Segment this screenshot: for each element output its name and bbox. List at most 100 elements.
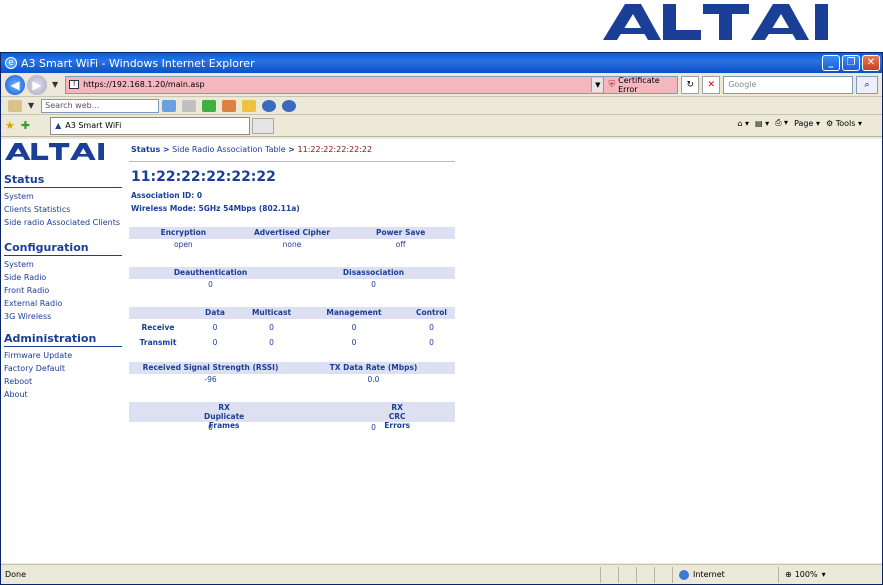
breadcrumb-mac: 11:22:22:22:22:22 xyxy=(297,145,373,154)
association-id: Association ID: 0 xyxy=(131,191,203,200)
signal-value-row: -96 0.0 xyxy=(129,374,455,386)
signal-table: Received Signal Strength (RSSI) TX Data … xyxy=(129,362,455,386)
nav-external-radio[interactable]: External Radio xyxy=(4,299,122,308)
table-row: Receive 0 0 0 0 xyxy=(129,322,455,334)
warning-icon: ! xyxy=(69,80,80,89)
nav-front-radio[interactable]: Front Radio xyxy=(4,286,122,295)
nav-reboot[interactable]: Reboot xyxy=(4,377,122,386)
transmit-multicast-value: 0 xyxy=(269,338,274,347)
minimize-button[interactable]: _ xyxy=(822,55,840,71)
multicast-header: Multicast xyxy=(251,308,292,317)
disassociation-header: Disassociation xyxy=(342,268,405,277)
certificate-error-button[interactable]: ⛨ Certificate Error xyxy=(604,75,679,94)
home-icon[interactable]: ⌂ ▾ xyxy=(737,119,749,128)
rx-duplicate-value: 0 xyxy=(208,423,213,432)
power-save-value: off xyxy=(395,240,406,249)
status-text: Done xyxy=(5,570,27,579)
command-bar: ⌂ ▾ ▤ ▾ ⎙ ▾ Page ▾ ⚙ Tools ▾ xyxy=(737,118,862,128)
receive-data-value: 0 xyxy=(212,323,218,332)
receive-multicast-value: 0 xyxy=(269,323,274,332)
nav-config-system[interactable]: System xyxy=(4,260,122,269)
security-zone[interactable]: Internet xyxy=(672,566,778,583)
zoom-dropdown-icon: ▾ xyxy=(821,570,826,579)
deauth-header-row: Deauthentication Disassociation xyxy=(129,267,455,279)
title-bar: e A3 Smart WiFi - Windows Internet Explo… xyxy=(1,53,882,73)
page-content: Status System Clients Statistics Side ra… xyxy=(1,139,882,563)
stop-button[interactable]: ✕ xyxy=(702,75,721,94)
new-tab-button[interactable] xyxy=(252,117,275,134)
address-bar: ◀ ▶ ▼ ! https://192.168.1.20/main.asp ▼ … xyxy=(1,73,882,97)
search-toolbar: ▼ Search web... xyxy=(1,97,882,115)
errors-value-row: 0 0 xyxy=(129,422,455,434)
settings-icon[interactable] xyxy=(262,99,277,112)
back-button[interactable]: ◀ xyxy=(5,74,25,95)
globe-icon xyxy=(679,569,689,580)
zoom-control[interactable]: ⊕ 100% ▾ xyxy=(778,566,832,583)
toolbar-dropdown[interactable]: ▼ xyxy=(28,101,34,110)
rx-crc-header: RX CRC Errors xyxy=(384,403,411,430)
security-header-row: Encryption Advertised Cipher Power Save xyxy=(129,227,455,239)
altai-logo xyxy=(603,0,853,46)
nav-administration-section: Administration Firmware Update Factory D… xyxy=(4,332,122,399)
refresh-button[interactable]: ↻ xyxy=(681,75,700,94)
highlight-icon[interactable] xyxy=(242,99,257,112)
breadcrumb-separator: > xyxy=(162,145,170,154)
close-button[interactable]: ✕ xyxy=(862,55,880,71)
nav-factory-default[interactable]: Factory Default xyxy=(4,364,122,373)
search-web-input[interactable]: Search web... xyxy=(41,98,160,113)
search-icon[interactable]: ⌕ xyxy=(856,75,878,94)
history-dropdown[interactable]: ▼ xyxy=(52,80,58,89)
encryption-value: open xyxy=(173,240,193,249)
window-title: A3 Smart WiFi - Windows Internet Explore… xyxy=(21,56,255,70)
nav-about[interactable]: About xyxy=(4,390,122,399)
mail-icon[interactable] xyxy=(182,99,197,112)
sidebar: Status System Clients Statistics Side ra… xyxy=(1,139,125,563)
help-icon[interactable] xyxy=(282,99,297,112)
screen: e A3 Smart WiFi - Windows Internet Explo… xyxy=(0,0,883,585)
wireless-mode: Wireless Mode: 5GHz 54Mbps (802.11a) xyxy=(131,204,300,213)
browser-window: e A3 Smart WiFi - Windows Internet Explo… xyxy=(0,52,883,585)
tab-label: A3 Smart WiFi xyxy=(65,121,122,130)
print-icon[interactable]: ⎙ ▾ xyxy=(775,118,788,128)
nav-side-radio[interactable]: Side Radio xyxy=(4,273,122,282)
url-dropdown[interactable]: ▼ xyxy=(591,77,604,92)
restore-button[interactable]: ❐ xyxy=(842,55,860,71)
status-cell xyxy=(654,566,672,583)
data-header: Data xyxy=(205,308,225,317)
url-field[interactable]: ! https://192.168.1.20/main.asp ▼ xyxy=(65,75,605,94)
altai-nav-logo xyxy=(5,143,104,160)
status-bar: Done Internet ⊕ 100% ▾ xyxy=(1,564,882,584)
signal-header-row: Received Signal Strength (RSSI) TX Data … xyxy=(129,362,455,374)
frames-table: Data Multicast Management Control Receiv… xyxy=(129,307,455,349)
tools-menu[interactable]: ⚙ Tools ▾ xyxy=(826,119,862,128)
page-menu[interactable]: Page ▾ xyxy=(794,119,820,128)
nav-3g-wireless[interactable]: 3G Wireless xyxy=(4,312,122,321)
management-header: Management xyxy=(326,308,382,317)
feeds-icon[interactable]: ▤ ▾ xyxy=(755,119,769,128)
forward-button[interactable]: ▶ xyxy=(26,74,47,95)
add-favorite-icon[interactable]: ✚ xyxy=(21,119,30,132)
table-row: Transmit 0 0 0 0 xyxy=(129,337,455,349)
status-cell xyxy=(618,566,636,583)
deauth-value-row: 0 0 xyxy=(129,279,455,291)
bookmark-icon[interactable] xyxy=(222,99,237,112)
search-go-icon[interactable] xyxy=(162,99,177,112)
nav-status-system[interactable]: System xyxy=(4,192,122,201)
nav-firmware-update[interactable]: Firmware Update xyxy=(4,351,122,360)
tab-a3-smart-wifi[interactable]: ▲ A3 Smart WiFi xyxy=(50,116,251,135)
transmit-management-value: 0 xyxy=(351,338,357,347)
add-icon[interactable] xyxy=(202,99,217,112)
advertised-cipher-value: none xyxy=(282,240,302,249)
breadcrumb-association-table[interactable]: Side Radio Association Table xyxy=(172,145,286,154)
breadcrumb-status[interactable]: Status xyxy=(131,145,160,154)
errors-table: RX Duplicate Frames RX CRC Errors 0 0 xyxy=(129,402,455,434)
nav-side-radio-clients[interactable]: Side radio Associated Clients xyxy=(4,218,122,227)
favorites-star-icon[interactable]: ★ xyxy=(5,119,15,132)
toolbar-logo-icon[interactable] xyxy=(8,99,22,112)
deauthentication-header: Deauthentication xyxy=(173,268,248,277)
divider xyxy=(129,161,455,162)
altai-logo-graphic xyxy=(603,4,828,40)
google-search-input[interactable]: Google xyxy=(723,75,854,94)
nav-clients-statistics[interactable]: Clients Statistics xyxy=(4,205,122,214)
breadcrumb: Status > Side Radio Association Table > … xyxy=(131,145,372,154)
